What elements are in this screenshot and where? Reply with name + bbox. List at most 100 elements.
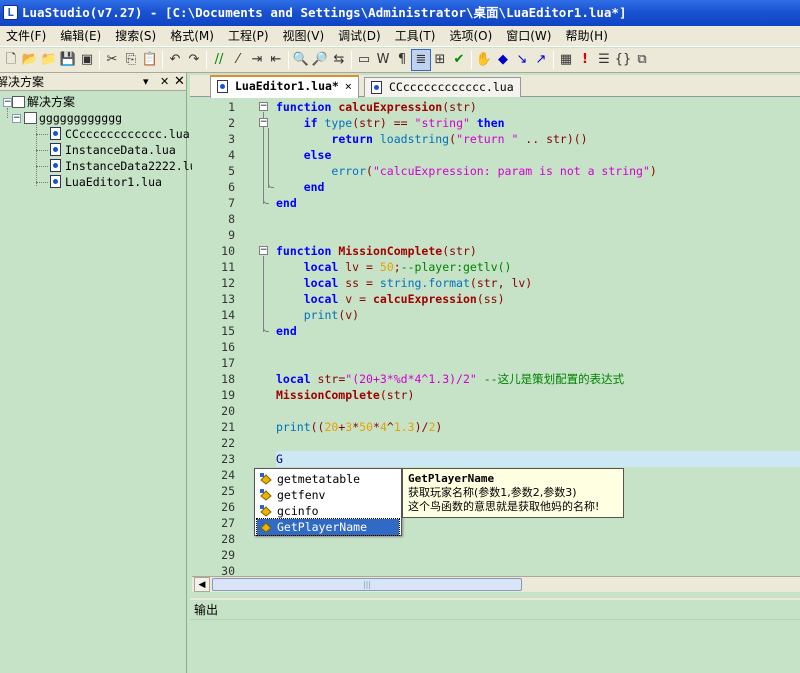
code-token: local: [303, 260, 339, 274]
autocomplete-item-selected[interactable]: GetPlayerName: [256, 518, 400, 536]
menu-debug[interactable]: 调试(D): [332, 26, 389, 46]
autocomplete-tooltip: GetPlayerName 获取玩家名称(参数1,参数2,参数3) 这个鸟函数的…: [402, 468, 624, 518]
menu-help[interactable]: 帮助(H): [559, 26, 615, 46]
monitor-icon[interactable]: ▭: [355, 50, 373, 70]
menu-options[interactable]: 选项(O): [443, 26, 500, 46]
toggle-view-icon[interactable]: ≣: [411, 49, 431, 71]
code-line[interactable]: end: [276, 323, 297, 339]
step-icon[interactable]: ↘: [513, 50, 531, 70]
menu-project[interactable]: 工程(P): [222, 26, 277, 46]
undo-icon[interactable]: ↶: [166, 50, 184, 70]
menu-tools[interactable]: 工具(T): [389, 26, 444, 46]
autocomplete-item[interactable]: gcinfo: [257, 503, 399, 519]
comment-icon[interactable]: //: [210, 50, 228, 70]
hand-icon[interactable]: ✋: [475, 50, 493, 70]
code-line[interactable]: local lv = 50;--player:getlv(): [276, 259, 512, 275]
close-x-icon[interactable]: ✕: [174, 73, 185, 90]
outdent-icon[interactable]: ⇤: [267, 50, 285, 70]
list-icon[interactable]: ☰: [595, 50, 613, 70]
fold-toggle-icon[interactable]: −: [259, 102, 268, 111]
cut-icon[interactable]: ✂: [103, 50, 121, 70]
copy-icon[interactable]: ⎘: [122, 50, 140, 70]
code-token: print: [276, 420, 311, 434]
stack-icon[interactable]: ▦: [557, 50, 575, 70]
find-icon[interactable]: 🔍: [292, 50, 310, 70]
indent-icon[interactable]: ⇥: [248, 50, 266, 70]
word-wrap-icon[interactable]: W: [374, 50, 392, 70]
tree-file[interactable]: LuaEditor1.lua: [50, 174, 162, 190]
step-over-icon[interactable]: ↗: [532, 50, 550, 70]
paste-icon[interactable]: 📋: [141, 50, 159, 70]
code-line[interactable]: print(v): [276, 307, 359, 323]
tree-file[interactable]: CCcccccccccccc.lua: [50, 126, 190, 142]
code-token: "(20+3*%d*4^1.3)/2": [345, 372, 477, 386]
scroll-left-icon[interactable]: ◀: [194, 577, 210, 592]
line-number: 10: [221, 244, 235, 258]
redo-icon[interactable]: ↷: [185, 50, 203, 70]
find-next-icon[interactable]: 🔎: [311, 50, 329, 70]
tooltip-signature: 获取玩家名称(参数1,参数2,参数3): [408, 486, 577, 499]
close-icon[interactable]: ✕: [160, 73, 169, 90]
line-number: 3: [228, 132, 235, 146]
code-token: .. str)(): [518, 132, 588, 146]
code-line[interactable]: if type(str) == "string" then: [276, 115, 505, 131]
code-line[interactable]: print((20+3*50*4^1.3)/2): [276, 419, 442, 435]
brace-icon[interactable]: {}: [614, 50, 632, 70]
scroll-thumb[interactable]: |||: [212, 578, 522, 591]
horizontal-scrollbar[interactable]: ◀ |||: [192, 576, 800, 592]
tree-root[interactable]: 解决方案: [12, 94, 75, 110]
menu-file[interactable]: 文件(F): [0, 26, 54, 46]
new-file-icon[interactable]: 🗋: [2, 50, 20, 70]
save-icon[interactable]: 💾: [59, 50, 77, 70]
window-icon[interactable]: ⧉: [633, 50, 651, 70]
pin-icon[interactable]: ▾: [143, 73, 149, 90]
open-project-icon[interactable]: 📁: [40, 50, 58, 70]
code-line[interactable]: return loadstring("return " .. str)(): [276, 131, 588, 147]
tree-file[interactable]: InstanceData2222.lua: [50, 158, 203, 174]
code-line[interactable]: local v = calcuExpression(ss): [276, 291, 505, 307]
menu-search[interactable]: 搜索(S): [109, 26, 164, 46]
project-collapse-icon[interactable]: −: [12, 114, 21, 123]
fold-toggle-icon[interactable]: −: [259, 118, 268, 127]
check-icon[interactable]: ✔: [450, 50, 468, 70]
tree-icon[interactable]: ⊞: [431, 50, 449, 70]
whitespace-icon[interactable]: ¶: [393, 50, 411, 70]
code-line[interactable]: function MissionComplete(str): [276, 243, 477, 259]
autocomplete-list[interactable]: getmetatable getfenv gcinfo GetPlayerNam…: [254, 468, 402, 536]
uncomment-icon[interactable]: ⁄: [229, 50, 247, 70]
app-icon[interactable]: L: [3, 5, 18, 20]
tree-project[interactable]: gggggggggggg: [24, 110, 122, 126]
tab-luaeditor1[interactable]: LuaEditor1.lua* ×: [210, 75, 359, 98]
code-line[interactable]: G: [276, 451, 283, 467]
tab-cccccc[interactable]: CCcccccccccccc.lua: [364, 77, 521, 97]
code-line[interactable]: end: [276, 195, 297, 211]
code-line[interactable]: error("calcuExpression: param is not a s…: [276, 163, 656, 179]
code-line[interactable]: else: [276, 147, 332, 163]
code-token: ): [414, 420, 422, 434]
menu-edit[interactable]: 编辑(E): [54, 26, 109, 46]
code-line[interactable]: end: [276, 179, 325, 195]
tree-file[interactable]: InstanceData.lua: [50, 142, 176, 158]
menu-format[interactable]: 格式(M): [164, 26, 222, 46]
tab-close-icon[interactable]: ×: [345, 79, 352, 93]
code-line[interactable]: local ss = string.format(str, lv): [276, 275, 533, 291]
menu-window[interactable]: 窗口(W): [500, 26, 559, 46]
code-line[interactable]: MissionComplete(str): [276, 387, 414, 403]
autocomplete-item[interactable]: getmetatable: [257, 471, 399, 487]
tree-collapse-icon[interactable]: −: [3, 98, 12, 107]
code-line[interactable]: local str="(20+3*%d*4^1.3)/2" --这儿是策划配置的…: [276, 371, 624, 387]
line-number: 21: [221, 420, 235, 434]
open-folder-icon[interactable]: 📂: [21, 50, 39, 70]
fold-toggle-icon[interactable]: −: [259, 246, 268, 255]
title-bar[interactable]: L LuaStudio(v7.27) - [C:\Documents and S…: [0, 0, 800, 26]
code-token: *: [373, 420, 380, 434]
save-all-icon[interactable]: ▣: [78, 50, 96, 70]
exclamation-icon[interactable]: !: [576, 50, 594, 70]
line-number: 9: [228, 228, 235, 242]
autocomplete-item[interactable]: getfenv: [257, 487, 399, 503]
replace-icon[interactable]: ⇆: [330, 50, 348, 70]
menu-view[interactable]: 视图(V): [277, 26, 333, 46]
code-line[interactable]: function calcuExpression(str): [276, 99, 477, 115]
breakpoint-icon[interactable]: ◆: [494, 50, 512, 70]
code-token: local: [276, 372, 311, 386]
